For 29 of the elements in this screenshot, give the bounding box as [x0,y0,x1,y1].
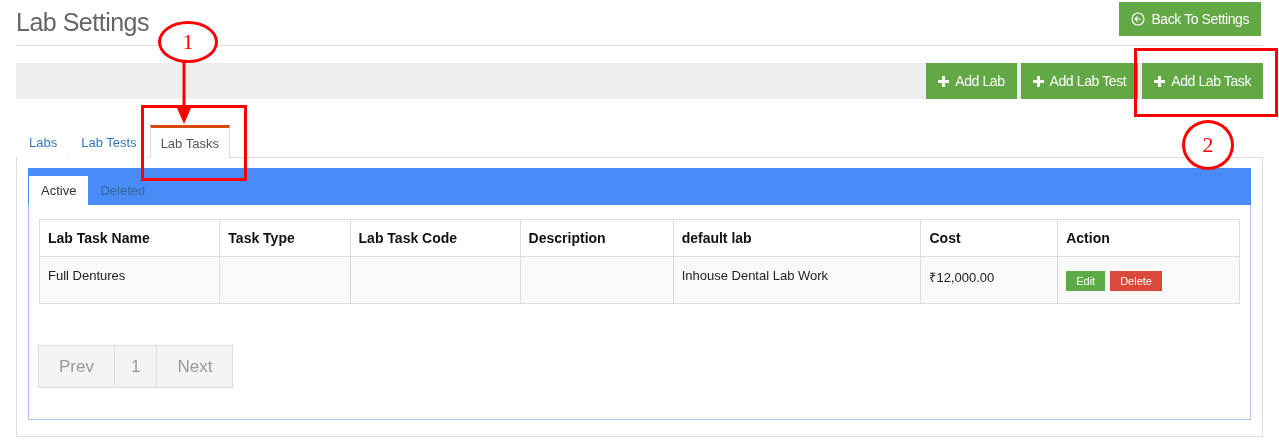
page-button[interactable]: Next [156,345,234,388]
table-cell: Inhouse Dental Lab Work [673,256,921,304]
tab[interactable]: Active [29,176,89,205]
page-button[interactable]: 1 [113,345,158,388]
column-header: Description [520,219,674,257]
add-button[interactable]: Add Lab Task [1142,63,1263,99]
tab[interactable]: Deleted [88,176,158,205]
column-header: Task Type [219,219,351,257]
page-button[interactable]: Prev [38,345,115,388]
plus-icon [1032,75,1044,87]
column-header: default lab [673,219,921,257]
add-button[interactable]: Add Lab [926,63,1017,99]
table-cell: ₹12,000.00 [920,256,1058,304]
column-header: Lab Task Code [350,219,521,257]
back-button[interactable]: Back To Settings [1119,2,1261,36]
column-header: Lab Task Name [39,219,220,257]
tab[interactable]: Lab Tasks [149,125,230,158]
callout-number: 1 [158,21,218,63]
table-cell: Full Dentures [39,256,220,304]
column-header: Cost [920,219,1058,257]
add-button[interactable]: Add Lab Test [1020,63,1139,99]
page-title: Lab Settings [16,8,149,37]
column-header: Action [1057,219,1240,257]
annotation-arrow [176,62,192,124]
callout-number: 2 [1182,120,1234,170]
plus-icon [938,75,950,87]
plus-icon [1154,75,1166,87]
delete-button[interactable]: Delete [1110,271,1162,291]
edit-button[interactable]: Edit [1066,271,1106,291]
